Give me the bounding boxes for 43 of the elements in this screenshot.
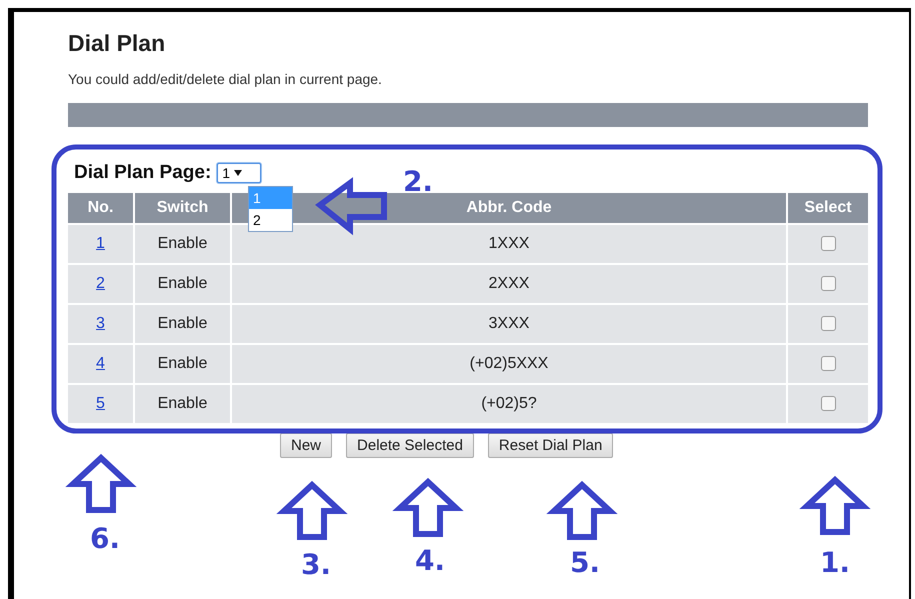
page-description: You could add/edit/delete dial plan in current page.: [68, 71, 382, 87]
caret-icon: [234, 170, 242, 176]
annotation-label: 4.: [414, 544, 446, 577]
annotation-label: 2.: [402, 165, 434, 198]
table-cell: Enable: [133, 385, 230, 423]
table-cell: (+02)5XXX: [230, 345, 786, 383]
outline-arrow-icon: [799, 476, 871, 535]
select-checkbox[interactable]: [820, 276, 836, 292]
table-cell: Enable: [133, 265, 230, 303]
annotation-label: 1.: [820, 546, 850, 579]
outline-arrow-icon: [315, 177, 387, 236]
table-cell: Enable: [133, 345, 230, 383]
table-cell: 1XXX: [230, 225, 786, 263]
action-button[interactable]: New: [280, 433, 332, 458]
action-button[interactable]: Reset Dial Plan: [488, 433, 614, 458]
select-checkbox[interactable]: [820, 236, 836, 252]
outline-arrow-icon: [65, 454, 137, 513]
annotation-label: 6.: [90, 522, 120, 555]
table-cell: 2XXX: [230, 265, 786, 303]
table-cell: (+02)5?: [230, 385, 786, 423]
outline-arrow-icon: [546, 480, 618, 540]
page-selector-label: Dial Plan Page:: [74, 162, 212, 184]
column-header: Switch: [133, 193, 230, 223]
outline-arrow-icon: [392, 478, 464, 537]
table-cell: 3XXX: [230, 305, 786, 343]
page-title: Dial Plan: [68, 30, 166, 57]
row-link[interactable]: 2: [96, 275, 105, 292]
select-checkbox[interactable]: [820, 316, 836, 332]
row-link[interactable]: 5: [96, 395, 105, 412]
annotation-label: 5.: [570, 546, 600, 579]
row-link[interactable]: 3: [96, 315, 105, 332]
table-cell: Enable: [133, 305, 230, 343]
annotation-label: 3.: [300, 548, 332, 581]
row-link[interactable]: 4: [96, 355, 105, 372]
page-dropdown[interactable]: 1: [217, 163, 262, 183]
column-header: No.: [68, 193, 133, 223]
table-cell: Enable: [133, 225, 230, 263]
row-link[interactable]: 1: [96, 235, 105, 252]
select-checkbox[interactable]: [820, 396, 836, 412]
column-header: Select: [786, 193, 868, 223]
select-checkbox[interactable]: [820, 356, 836, 372]
action-button[interactable]: Delete Selected: [346, 433, 474, 458]
outline-arrow-icon: [276, 480, 348, 540]
